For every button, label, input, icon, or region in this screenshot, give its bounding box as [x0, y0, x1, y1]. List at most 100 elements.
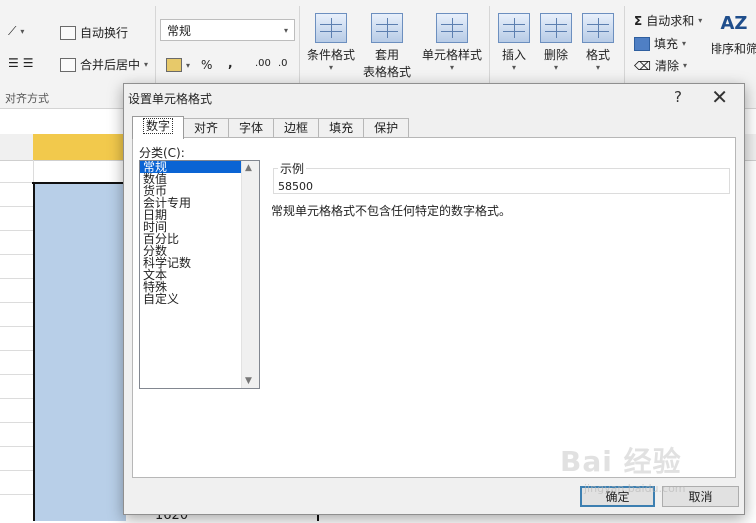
delete-icon: [540, 13, 572, 43]
delete-label: 删除: [543, 48, 568, 62]
tab-number[interactable]: 数字: [132, 116, 185, 139]
fill-button[interactable]: 填充 ▾: [634, 35, 686, 52]
category-scrollbar[interactable]: ▲ ▼: [241, 161, 259, 388]
conditional-format-label: 条件格式: [306, 48, 355, 62]
insert-button[interactable]: 插入 ▾: [496, 13, 532, 72]
number-format-value: 常规: [167, 23, 192, 38]
orientation-button[interactable]: ⟋ ▾: [8, 24, 24, 39]
indent-buttons[interactable]: ☰ ☰: [8, 56, 34, 70]
sort-filter-button[interactable]: AZ 排序和筛: [712, 13, 756, 57]
sample-group: [273, 168, 730, 194]
tab-fill[interactable]: 填充: [318, 118, 365, 138]
chevron-down-icon: ▾: [449, 63, 454, 72]
format-as-table-icon: [371, 13, 403, 43]
divider: [155, 6, 156, 90]
comma-button[interactable]: ,: [228, 56, 233, 70]
tab-label: 填充: [329, 121, 354, 135]
orientation-icon: ⟋: [8, 24, 17, 38]
format-as-table-label-2: 表格格式: [362, 65, 411, 79]
chevron-down-icon: ▾: [328, 63, 333, 72]
chevron-down-icon: ▾: [20, 27, 25, 36]
chevron-down-icon: ▾: [186, 60, 191, 70]
selected-column-header[interactable]: [33, 134, 124, 160]
category-list[interactable]: 常规 数值 货币 会计专用 日期 时间 百分比 分数 科学记数 文本 特殊 自定…: [139, 160, 260, 389]
tab-alignment[interactable]: 对齐: [183, 118, 230, 138]
chevron-down-icon: ▾: [595, 63, 600, 72]
chevron-down-icon: ▾: [682, 61, 687, 70]
percent-label: %: [201, 58, 213, 72]
wrap-text-icon: [60, 25, 76, 40]
tab-label: 边框: [284, 121, 309, 135]
wrap-text-button[interactable]: 自动换行: [60, 24, 128, 41]
close-button[interactable]: ✕: [711, 85, 728, 109]
eraser-icon: ⌫: [634, 58, 651, 73]
merge-center-icon: [60, 57, 76, 72]
format-description: 常规单元格格式不包含任何特定的数字格式。: [271, 204, 512, 218]
divider: [489, 6, 490, 90]
chevron-down-icon: ▾: [553, 63, 558, 72]
insert-icon: [498, 13, 530, 43]
scroll-down-icon[interactable]: ▼: [245, 376, 252, 386]
format-label: 格式: [585, 48, 610, 62]
tab-border[interactable]: 边框: [273, 118, 320, 138]
category-label: 分类(C):: [139, 146, 185, 160]
watermark-url: jingyan.baidu.com: [584, 482, 686, 495]
conditional-format-icon: [315, 13, 347, 43]
chevron-down-icon: ▾: [511, 63, 516, 72]
percent-button[interactable]: %: [201, 58, 212, 72]
currency-icon: [166, 58, 182, 72]
category-item-custom[interactable]: 自定义: [140, 293, 241, 305]
sample-value: 58500: [278, 180, 313, 193]
divider: [299, 6, 300, 90]
tab-bar: 数字 对齐 字体 边框 填充 保护: [132, 116, 410, 139]
autosum-label: 自动求和: [646, 14, 695, 28]
alignment-group-label: 对齐方式: [5, 92, 49, 105]
autosum-button[interactable]: Σ 自动求和 ▾: [634, 12, 702, 29]
wrap-text-label: 自动换行: [80, 26, 129, 40]
delete-button[interactable]: 删除 ▾: [538, 13, 574, 72]
chevron-down-icon: ▾: [698, 16, 703, 25]
chevron-down-icon: ▾: [144, 60, 149, 69]
number-tab-panel: 分类(C): 常规 数值 货币 会计专用 日期 时间 百分比 分数 科学记数 文…: [132, 137, 736, 478]
clear-button[interactable]: ⌫ 清除 ▾: [634, 57, 687, 74]
decrease-decimal-label: .0: [278, 58, 288, 69]
increase-indent-icon: ☰: [22, 56, 34, 70]
insert-label: 插入: [501, 48, 526, 62]
watermark: Bai 经验: [560, 445, 682, 478]
format-button[interactable]: 格式 ▾: [580, 13, 616, 72]
tab-label: 对齐: [194, 121, 219, 135]
divider: [624, 6, 625, 90]
tab-label: 数字: [143, 118, 174, 134]
cell-styles-label: 单元格样式: [421, 48, 482, 62]
increase-decimal-button[interactable]: .00: [255, 58, 271, 69]
format-icon: [582, 13, 614, 43]
cell-styles-icon: [436, 13, 468, 43]
tab-protection[interactable]: 保护: [363, 118, 410, 138]
comma-label: ,: [228, 56, 233, 70]
currency-button[interactable]: ▾: [166, 58, 190, 72]
sort-az-icon: AZ: [720, 13, 748, 34]
number-format-select[interactable]: 常规 ▾: [160, 19, 295, 41]
format-as-table-button[interactable]: 套用 表格格式: [358, 13, 416, 80]
sort-filter-label: 排序和筛: [712, 42, 756, 56]
fill-label: 填充: [654, 37, 679, 51]
selected-range[interactable]: [33, 182, 126, 521]
chevron-down-icon: ▾: [682, 39, 687, 48]
chevron-down-icon: ▾: [283, 25, 288, 35]
decrease-indent-icon: ☰: [8, 56, 19, 70]
merge-center-label: 合并后居中: [80, 58, 141, 72]
format-as-table-label-1: 套用: [374, 48, 399, 62]
fill-down-icon: [634, 36, 650, 51]
help-button[interactable]: ?: [674, 88, 682, 106]
conditional-format-button[interactable]: 条件格式 ▾: [306, 13, 356, 72]
cell-styles-button[interactable]: 单元格样式 ▾: [420, 13, 484, 72]
increase-decimal-label: .00: [255, 58, 271, 69]
merge-center-button[interactable]: 合并后居中 ▾: [60, 56, 148, 73]
decrease-decimal-button[interactable]: .0: [278, 58, 288, 69]
tab-label: 字体: [239, 121, 264, 135]
dialog-title: 设置单元格格式: [128, 92, 213, 106]
scroll-up-icon[interactable]: ▲: [245, 163, 252, 173]
tab-font[interactable]: 字体: [228, 118, 275, 138]
sample-label: 示例: [278, 160, 307, 177]
sigma-icon: Σ: [634, 13, 643, 28]
